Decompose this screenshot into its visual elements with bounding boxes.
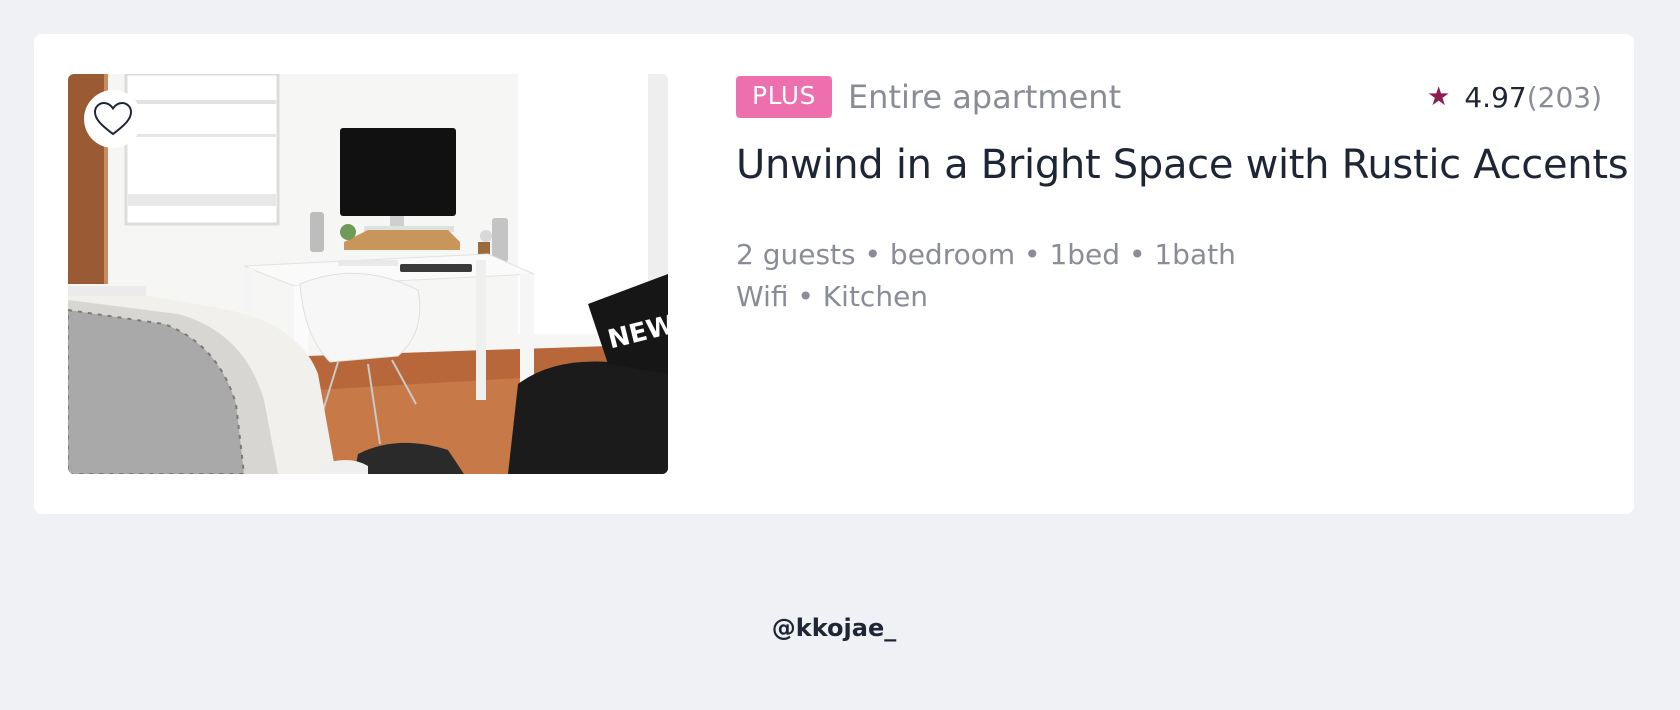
capacity-details: 2 guests • bedroom • 1bed • 1bath: [736, 238, 1236, 271]
review-count: (203): [1526, 80, 1602, 114]
listing-meta-row: PLUS Entire apartment ★ 4.97 (203): [736, 74, 1602, 120]
plus-badge: PLUS: [736, 76, 832, 118]
favorite-button[interactable]: [84, 90, 142, 148]
listing-card[interactable]: NEW YO PLUS Entire apartment ★ 4.97 (203…: [34, 34, 1634, 514]
amenities: Wifi • Kitchen: [736, 280, 929, 313]
author-handle: @kkojae_: [771, 614, 897, 642]
listing-photo[interactable]: NEW YO: [68, 74, 668, 474]
listing-title[interactable]: Unwind in a Bright Space with Rustic Acc…: [736, 142, 1629, 188]
listing-details: 2 guests • bedroom • 1bed • 1bath Wifi •…: [736, 234, 1602, 318]
property-type: Entire apartment: [847, 78, 1122, 116]
room-photo-illustration: NEW YO: [68, 74, 668, 474]
rating: ★ 4.97 (203): [1427, 81, 1602, 114]
star-icon: ★: [1427, 82, 1451, 112]
rating-score: 4.97: [1464, 80, 1527, 114]
heart-icon: [93, 101, 133, 136]
listing-info: PLUS Entire apartment ★ 4.97 (203) Unwin…: [736, 74, 1629, 318]
